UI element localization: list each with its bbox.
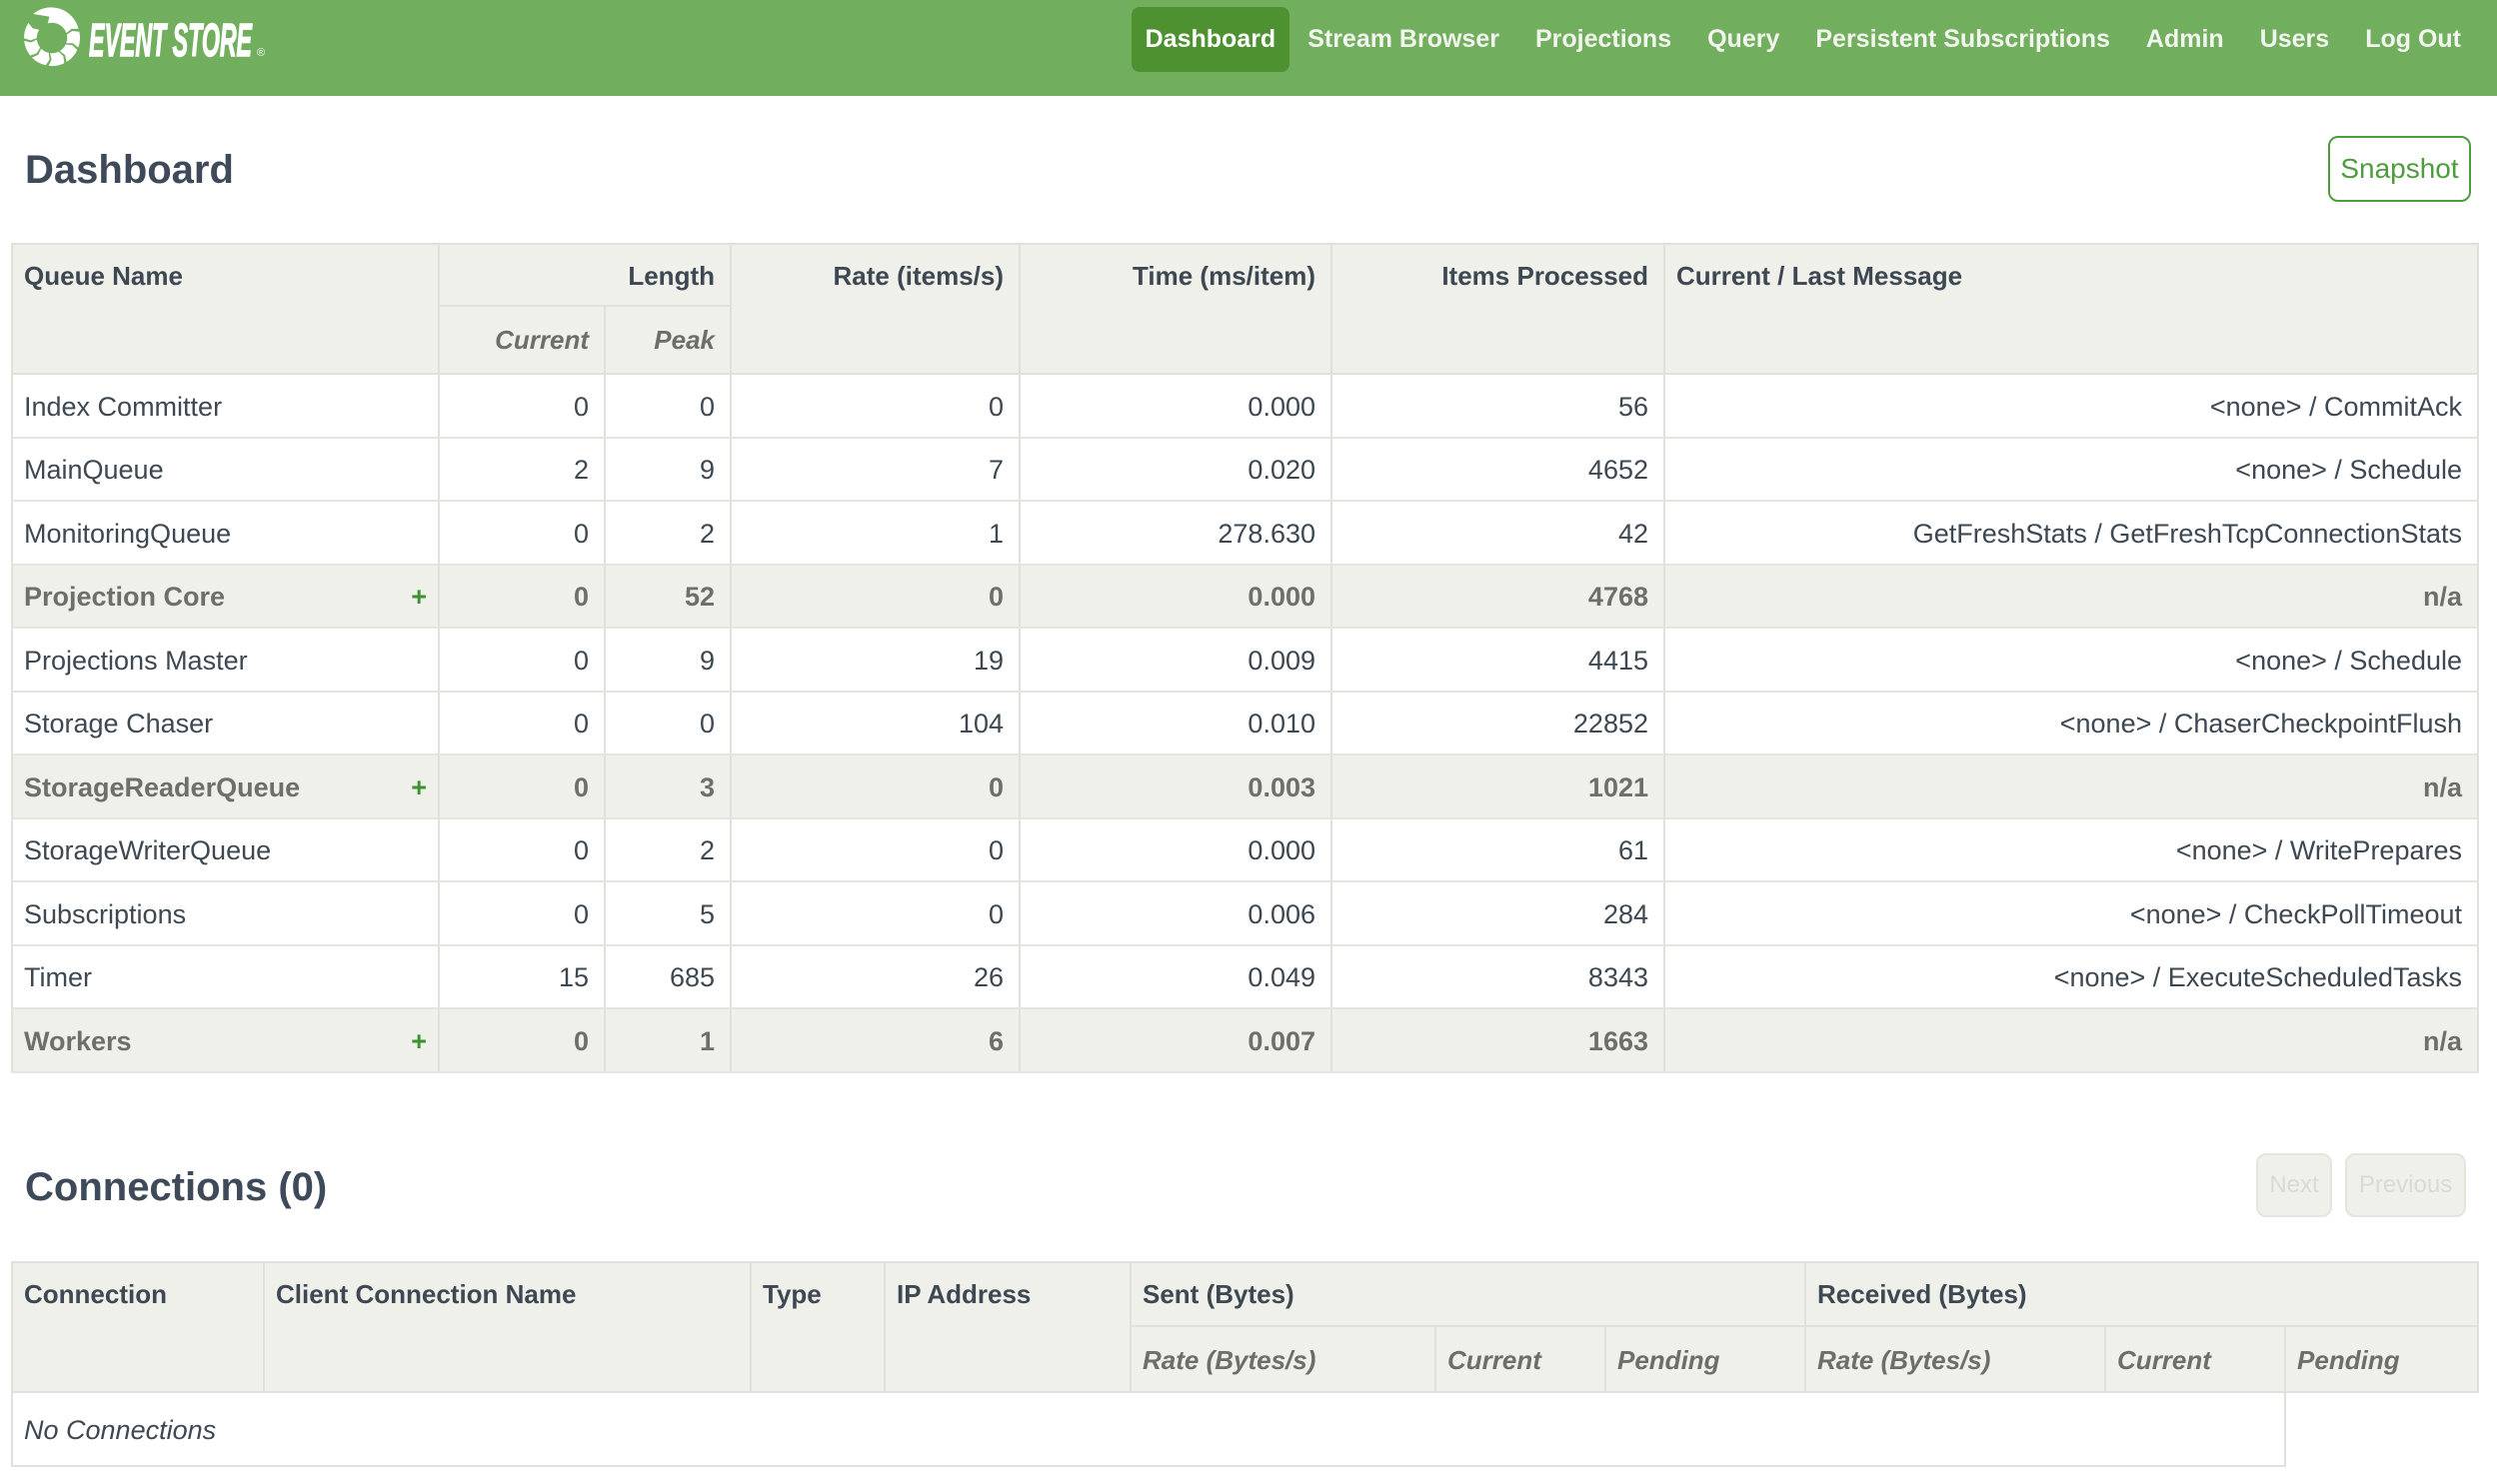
- svg-text:®: ®: [257, 47, 265, 59]
- svg-text:EVENT STORE: EVENT STORE: [89, 14, 253, 66]
